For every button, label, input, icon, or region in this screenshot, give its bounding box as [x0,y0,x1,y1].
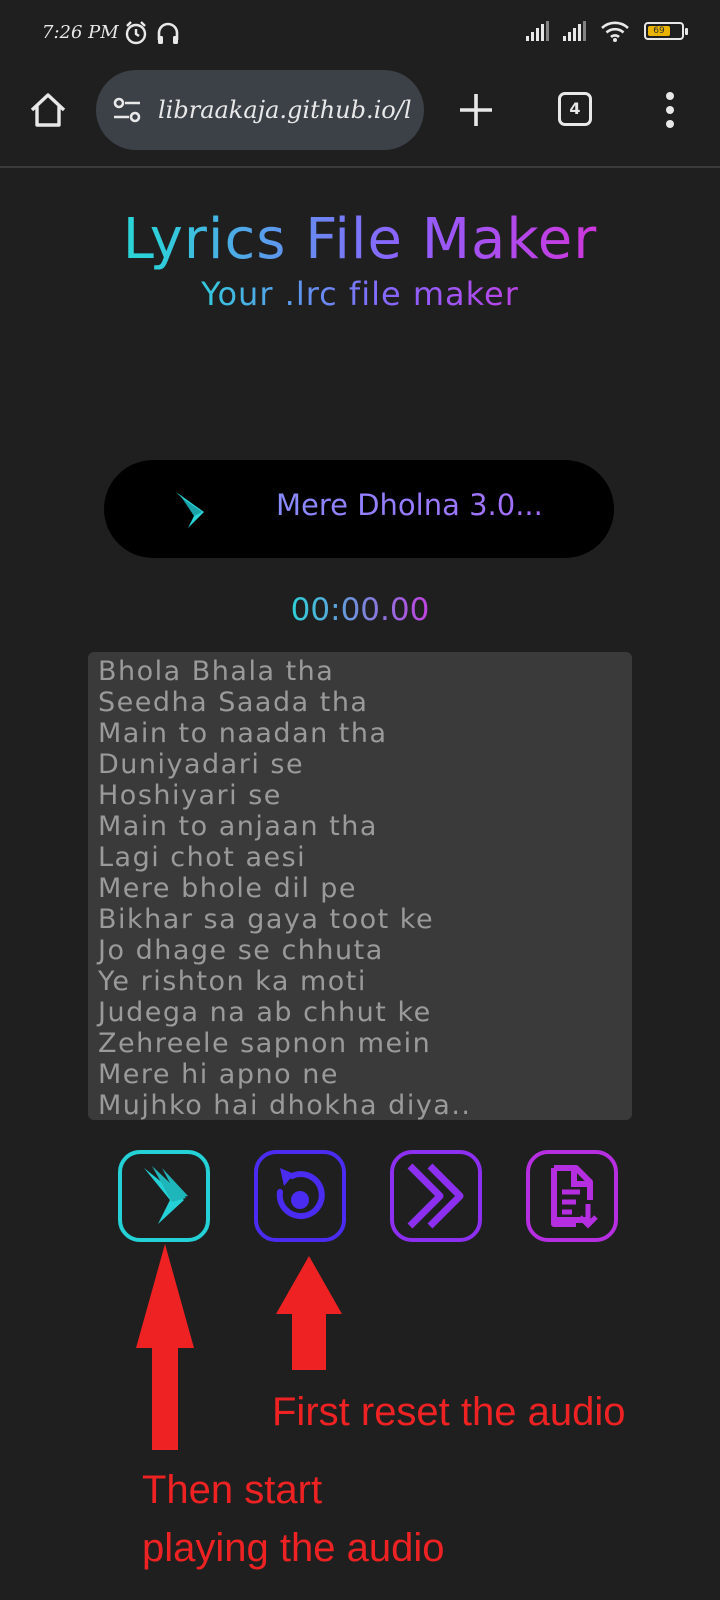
app-title: Lyrics File Maker [0,208,720,272]
battery-level: 69 [648,26,670,36]
lyrics-textarea[interactable]: Bhola Bhala tha Seedha Saada tha Main to n… [88,652,632,1120]
address-bar[interactable]: libraakaja.github.io/l [96,70,424,150]
lyric-line: Mere hi apno ne [98,1059,339,1090]
lyric-line: Mujhko hai dhokha diya.. [98,1090,472,1120]
status-left-icons [124,20,180,46]
lyric-line: Zehreele sapnon mein [98,1028,432,1059]
lyric-line: Hoshiyari se [98,780,282,811]
lyric-line: Mere bhole dil pe [98,873,358,904]
download-file-button[interactable] [526,1150,618,1242]
status-bar: 7:26 PM 69 [0,0,720,68]
url-text: libraakaja.github.io/l [158,96,412,124]
annotation-arrow-reset [276,1256,342,1370]
lyric-line: Jo dhage se chhuta [98,935,384,966]
lyric-line: Main to anjaan tha [98,811,378,842]
lyric-line: Seedha Saada tha [98,687,369,718]
lyric-line: Bhola Bhala tha [98,656,335,687]
lyric-line: Bikhar sa gaya toot ke [98,904,435,935]
annotation-play-note-line2: playing the audio [142,1526,445,1570]
lyric-line: Judega na ab chhut ke [98,997,432,1028]
alarm-icon [125,21,147,45]
annotation-arrow-play [136,1244,194,1450]
signal-icon [563,21,586,41]
battery-icon: 69 [644,22,688,40]
play-wing-icon [144,1166,188,1224]
annotation-play-note-line1: Then start [142,1468,323,1512]
file-download-icon [551,1165,598,1229]
lyric-line: Main to naadan tha [98,718,388,749]
lyric-line: Ye rishton ka moti [98,966,367,997]
app-subtitle: Your .lrc file maker [0,274,720,314]
song-title: Mere Dholna 3.0... [276,488,543,522]
lyric-line: Lagi chot aesi [98,842,307,873]
more-vert-icon[interactable] [660,90,680,130]
browser-toolbar: libraakaja.github.io/l 4 [0,68,720,168]
audio-player[interactable]: Mere Dholna 3.0... [104,460,614,558]
reset-icon [276,1168,325,1220]
headphones-icon [157,22,179,44]
play-wing-icon [176,492,204,528]
home-icon[interactable] [26,88,70,132]
lyric-line: Duniyadari se [98,749,305,780]
wifi-icon [601,21,629,42]
reset-button[interactable] [254,1150,346,1242]
status-right-icons: 69 [526,20,688,42]
site-settings-icon[interactable] [110,93,144,127]
play-button[interactable] [118,1150,210,1242]
status-time: 7:26 PM [42,22,119,43]
annotation-reset-note: First reset the audio [272,1390,626,1434]
double-chevron-right-icon [407,1163,464,1229]
timer: 00:00.00 [0,592,720,628]
signal-icon [526,21,549,41]
tabs-icon[interactable]: 4 [558,92,592,126]
plus-icon[interactable] [454,88,498,132]
next-line-button[interactable] [390,1150,482,1242]
